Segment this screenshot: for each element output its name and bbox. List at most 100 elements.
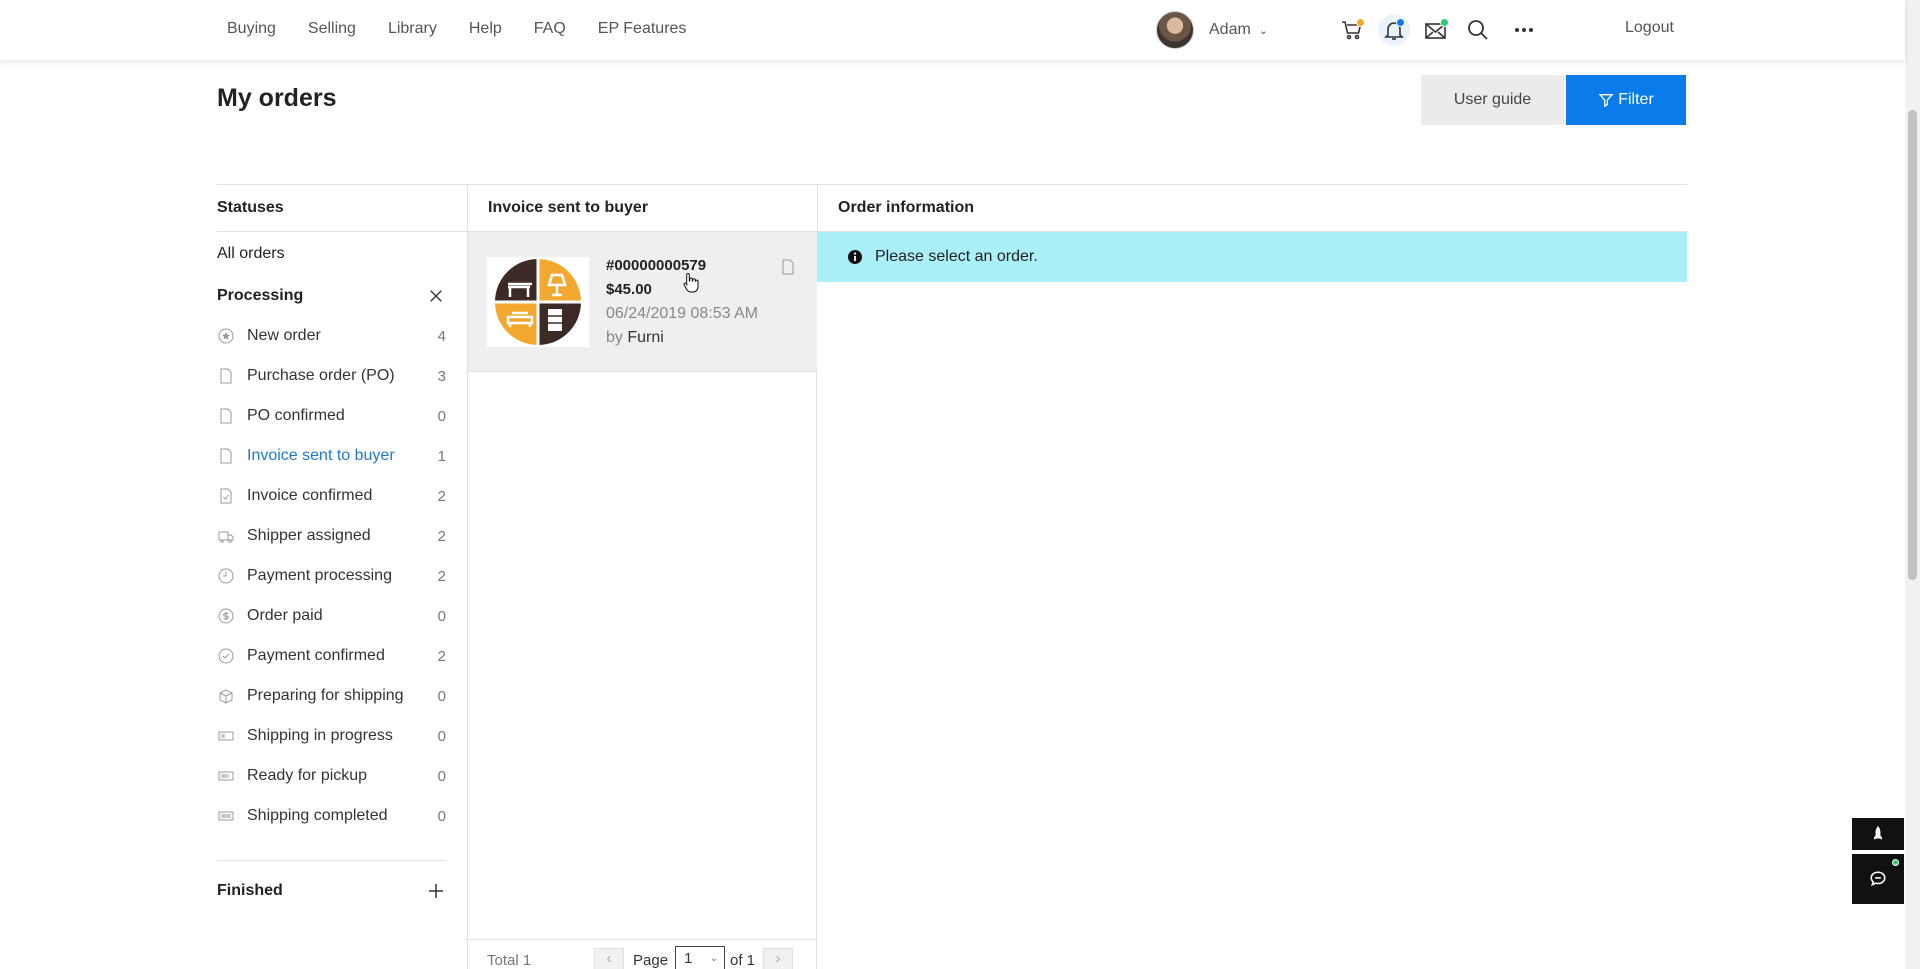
status-label: Shipping in progress xyxy=(247,727,393,744)
status-label: Invoice confirmed xyxy=(247,487,373,504)
more-button[interactable] xyxy=(1508,14,1540,46)
nav-link-selling[interactable]: Selling xyxy=(308,20,356,38)
document-icon[interactable] xyxy=(780,259,796,275)
hand-cursor-icon xyxy=(683,272,699,293)
finished-section-header: Finished xyxy=(217,871,446,911)
status-item-po-confirmed[interactable]: PO confirmed 0 xyxy=(217,396,446,436)
check-circle-icon xyxy=(217,648,234,665)
page-label: Page xyxy=(633,952,669,969)
statuses-sidebar: All orders Processing New order 4 Purcha… xyxy=(217,232,446,911)
nav-link-faq[interactable]: FAQ xyxy=(534,20,566,38)
status-item-shipper-assigned[interactable]: Shipper assigned 2 xyxy=(217,516,446,556)
order-information-panel: Please select an order. xyxy=(817,232,1687,282)
status-count: 2 xyxy=(437,647,446,665)
dollar-circle-icon xyxy=(217,608,234,625)
search-button[interactable] xyxy=(1462,14,1494,46)
user-menu[interactable]: Adam ⌄ xyxy=(1156,11,1268,49)
notifications-badge xyxy=(1396,18,1405,27)
status-item-invoice-confirmed[interactable]: Invoice confirmed 2 xyxy=(217,476,446,516)
status-item-payment-confirmed[interactable]: Payment confirmed 2 xyxy=(217,636,446,676)
scrollbar-thumb[interactable] xyxy=(1908,110,1917,580)
chevron-down-icon: ⌄ xyxy=(1258,24,1269,37)
search-icon xyxy=(1468,20,1488,40)
nav-link-ep-features[interactable]: EP Features xyxy=(598,20,687,38)
logout-link[interactable]: Logout xyxy=(1625,19,1674,37)
messages-badge xyxy=(1440,18,1449,27)
prev-page-button[interactable]: ‹ xyxy=(594,948,624,969)
status-label: Shipper assigned xyxy=(247,527,371,544)
notifications-button[interactable] xyxy=(1378,14,1410,46)
filter-button[interactable]: Filter xyxy=(1566,75,1686,125)
status-label: Invoice sent to buyer xyxy=(247,447,395,464)
processing-section-header: Processing xyxy=(217,276,446,316)
status-label: Payment confirmed xyxy=(247,647,385,664)
status-item-invoice-sent-to-buyer[interactable]: Invoice sent to buyer 1 xyxy=(217,436,446,476)
status-item-new-order[interactable]: New order 4 xyxy=(217,316,446,356)
status-count: 2 xyxy=(437,487,446,505)
status-item-shipping-in-progress[interactable]: Shipping in progress 0 xyxy=(217,716,446,756)
divider xyxy=(217,860,446,861)
status-item-shipping-completed[interactable]: Shipping completed 0 xyxy=(217,796,446,836)
status-label: Purchase order (PO) xyxy=(247,367,395,384)
user-guide-button[interactable]: User guide xyxy=(1421,75,1564,125)
statuses-heading: Statuses xyxy=(217,184,467,232)
page-scrollbar[interactable] xyxy=(1905,0,1920,969)
chat-bubble-icon xyxy=(1870,871,1886,887)
page-of-total: of 1 xyxy=(730,952,756,969)
status-count: 0 xyxy=(437,807,446,825)
status-item-payment-processing[interactable]: Payment processing 2 xyxy=(217,556,446,596)
order-card[interactable]: #00000000579 $45.00 06/24/2019 08:53 AM … xyxy=(468,232,817,372)
progress-bar-icon xyxy=(217,808,234,825)
orders-list: #00000000579 $45.00 06/24/2019 08:53 AM … xyxy=(467,232,817,969)
cart-button[interactable] xyxy=(1336,14,1368,46)
status-count: 0 xyxy=(437,407,446,425)
status-label: Order paid xyxy=(247,607,323,624)
status-item-ready-for-pickup[interactable]: Ready for pickup 0 xyxy=(217,756,446,796)
status-label: PO confirmed xyxy=(247,407,345,424)
filter-button-label: Filter xyxy=(1618,91,1654,108)
rocket-button[interactable] xyxy=(1852,818,1904,850)
chat-online-badge xyxy=(1892,859,1899,866)
plus-icon[interactable] xyxy=(426,881,446,901)
seller-name-link[interactable]: Furni xyxy=(627,329,663,346)
messages-button[interactable] xyxy=(1420,14,1452,46)
order-seller-line: by Furni xyxy=(606,329,664,347)
status-label: New order xyxy=(247,327,321,344)
nav-link-library[interactable]: Library xyxy=(388,20,437,38)
status-count: 1 xyxy=(437,447,446,465)
status-label: Ready for pickup xyxy=(247,767,368,784)
status-label: Payment processing xyxy=(247,567,392,584)
order-date: 06/24/2019 08:53 AM xyxy=(606,305,759,322)
status-count: 2 xyxy=(437,567,446,585)
close-icon[interactable] xyxy=(426,286,446,306)
order-price: $45.00 xyxy=(606,281,652,298)
progress-bar-icon xyxy=(217,728,234,745)
furniture-logo-icon xyxy=(495,259,581,345)
by-label: by xyxy=(606,329,623,346)
status-label: Shipping completed xyxy=(247,807,388,824)
order-information-heading: Order information xyxy=(817,184,1687,232)
finished-label: Finished xyxy=(217,882,283,899)
nav-link-buying[interactable]: Buying xyxy=(227,20,276,38)
document-icon xyxy=(217,368,234,385)
orders-list-heading: Invoice sent to buyer xyxy=(467,184,817,232)
status-count: 2 xyxy=(437,527,446,545)
status-item-purchase-order[interactable]: Purchase order (PO) 3 xyxy=(217,356,446,396)
info-message: Please select an order. xyxy=(875,248,1038,265)
all-orders-link[interactable]: All orders xyxy=(217,232,446,276)
chevron-down-icon: ⌄ xyxy=(709,953,718,964)
cart-badge xyxy=(1356,18,1365,27)
nav-link-help[interactable]: Help xyxy=(469,20,502,38)
rocket-icon xyxy=(1874,826,1882,840)
status-count: 3 xyxy=(437,367,446,385)
main-menu: Buying Selling Library Help FAQ EP Featu… xyxy=(227,0,718,58)
status-item-order-paid[interactable]: Order paid 0 xyxy=(217,596,446,636)
user-name: Adam xyxy=(1209,21,1251,38)
box-icon xyxy=(217,688,234,705)
status-count: 0 xyxy=(437,767,446,785)
page-select[interactable]: 1 ⌄ xyxy=(675,946,725,969)
chat-button[interactable] xyxy=(1852,854,1904,904)
pagination: Total 1 ‹ Page 1 ⌄ of 1 › xyxy=(468,939,817,969)
next-page-button[interactable]: › xyxy=(763,948,793,969)
status-item-preparing-for-shipping[interactable]: Preparing for shipping 0 xyxy=(217,676,446,716)
